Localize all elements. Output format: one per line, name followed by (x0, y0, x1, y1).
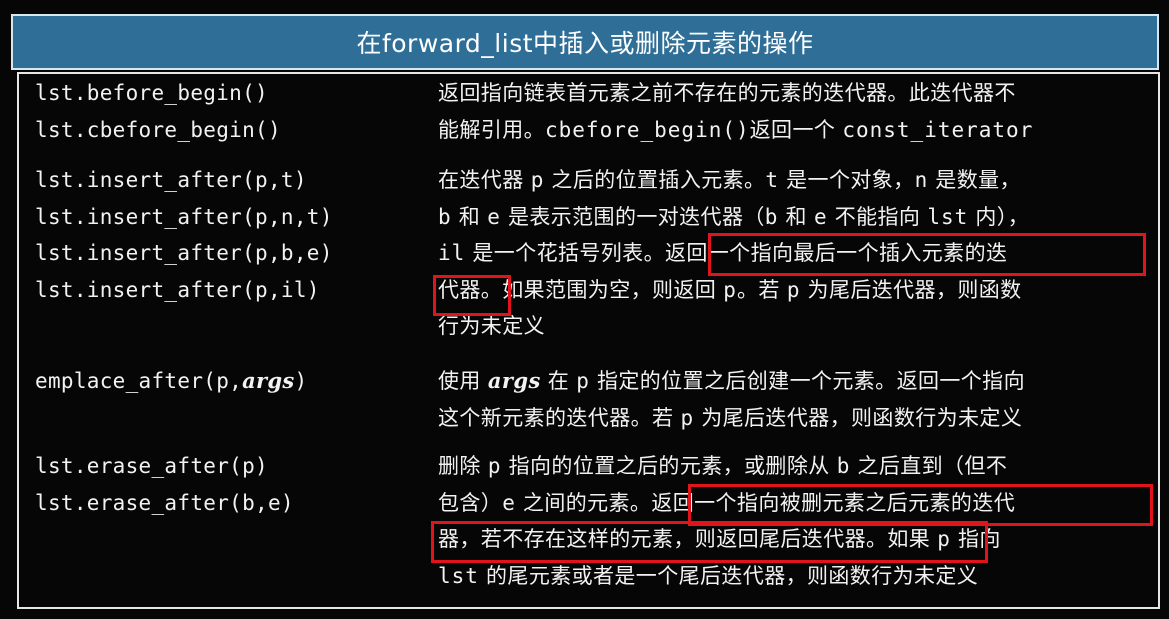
operations-table: lst.before_begin() lst.cbefore_begin() 返回指… (17, 72, 1160, 609)
operation-signature: lst.insert_after(p,b,e) (35, 241, 333, 265)
description-line: 行为未定义 (438, 308, 1029, 345)
text-segment: 之后直到（但不 (850, 454, 1008, 478)
text-segment: 为尾后迭代器，则函数行为未定义 (694, 405, 1023, 430)
operation-description-cell: 使用 args 在 p 指定的位置之后创建一个元素。返回一个指向 这个新元素的迭代… (438, 363, 1025, 436)
description-line: il 是一个花括号列表。返回一个指向最后一个插入元素的迭 (438, 235, 1029, 272)
operation-signature: lst.insert_after(p,il) (35, 277, 320, 302)
code-token: p (723, 277, 737, 302)
operation-signature-cell: lst.before_begin() lst.cbefore_begin() (35, 75, 281, 148)
operation-description-cell: 在迭代器 p 之后的位置插入元素。t 是一个对象，n 是数量， b 和 e 是表示… (438, 162, 1029, 345)
code-token: p (530, 168, 545, 192)
operation-signature: lst.erase_after(b,e) (35, 490, 294, 515)
text-segment: 返回一个 (749, 117, 843, 142)
code-token: p (680, 405, 695, 430)
text-segment: 指向 (950, 527, 1001, 551)
operation-description-cell: 返回指向链表首元素之前不存在的元素的迭代器。此迭代器不 能解引用。cbefore_… (438, 75, 1033, 148)
code-token: p (786, 277, 801, 302)
text-segment: 能解引用。 (438, 117, 545, 142)
code-token: lst (438, 563, 479, 588)
description-line: 代器。如果范围为空，则返回 p。若 p 为尾后迭代器，则函数 (438, 272, 1029, 309)
operation-signature: lst.insert_after(p,t) (35, 168, 307, 192)
code-token: const_iterator (842, 117, 1034, 142)
code-token: p (576, 369, 590, 393)
description-line: 使用 args 在 p 指定的位置之后创建一个元素。返回一个指向 (438, 363, 1025, 400)
text-segment: 不能指向 (827, 204, 928, 229)
description-line: 在迭代器 p 之后的位置插入元素。t 是一个对象，n 是数量， (438, 162, 1029, 199)
text-segment: 是一个对象， (779, 168, 915, 192)
operation-signature: emplace_after(p,args) (35, 363, 307, 400)
text-segment: 器，若不存在这样的元素，则返回尾后迭代器。如果 (438, 527, 938, 551)
text-segment: 在 (540, 369, 577, 393)
text-segment: 使用 (438, 369, 488, 393)
text-segment: 内）， (968, 204, 1030, 229)
text-segment: 指向的位置之后的元素，或删除从 (501, 454, 837, 478)
slide: 在forward_list中插入或删除元素的操作 lst.before_begi… (0, 0, 1169, 619)
description-line: 返回指向链表首元素之前不存在的元素的迭代器。此迭代器不 (438, 75, 1033, 112)
text-segment: 和 (451, 204, 488, 229)
italic-token: args (242, 368, 295, 393)
operation-signature-cell: lst.insert_after(p,t) lst.insert_after(p,… (35, 162, 333, 308)
text-segment: 是表示范围的一对迭代器（ (500, 204, 765, 229)
code-token: p (487, 454, 502, 478)
text-segment: 是一个花括号列表。返回一个指向最后一个插入元素的迭 (465, 241, 1008, 265)
text-segment: 这个新元素的迭代器。若 (438, 405, 681, 430)
text-segment: 行为未定义 (438, 314, 545, 338)
description-line: 能解引用。cbefore_begin()返回一个 const_iterator (438, 112, 1033, 149)
code-token: lst (927, 204, 969, 229)
text-segment: 为尾后迭代器，则函数 (800, 277, 1022, 302)
operation-signature-cell: lst.erase_after(p) lst.erase_after(b,e) (35, 448, 294, 521)
text-segment: emplace_after(p, (35, 369, 243, 393)
code-token: b (764, 204, 779, 229)
operation-signature: lst.insert_after(p,n,t) (35, 204, 333, 229)
description-line: 包含）e 之间的元素。返回一个指向被删元素之后元素的迭代 (438, 485, 1015, 522)
code-token: t (765, 168, 780, 192)
code-token: e (813, 204, 828, 229)
description-line: b 和 e 是表示范围的一对迭代器（b 和 e 不能指向 lst 内）， (438, 199, 1029, 236)
operation-signature: lst.before_begin() (35, 81, 268, 105)
text-segment: 是数量， (928, 168, 1021, 192)
text-segment: 返回指向链表首元素之前不存在的元素的迭代器。此迭代器不 (438, 81, 1016, 105)
code-token: cbefore_begin() (545, 117, 750, 142)
code-token: e (487, 204, 501, 229)
text-segment: 删除 (438, 454, 488, 478)
operation-description-cell: 删除 p 指向的位置之后的元素，或删除从 b 之后直到（但不 包含）e 之间的元素… (438, 448, 1015, 594)
text-segment: 代器。如果范围为空，则返回 (438, 277, 724, 302)
text-segment: ) (294, 369, 308, 393)
text-segment: 指定的位置之后创建一个元素。返回一个指向 (589, 369, 1025, 393)
description-line: lst 的尾元素或者是一个尾后迭代器，则函数行为未定义 (438, 558, 1015, 595)
description-line: 这个新元素的迭代器。若 p 为尾后迭代器，则函数行为未定义 (438, 400, 1025, 437)
code-token: e (502, 490, 516, 515)
text-segment: 包含） (438, 490, 503, 515)
operation-signature: lst.cbefore_begin() (35, 117, 281, 142)
code-token: b (438, 204, 452, 229)
code-token: n (914, 168, 929, 192)
code-token: b (836, 454, 851, 478)
text-segment: 的尾元素或者是一个尾后迭代器，则函数行为未定义 (478, 563, 979, 588)
text-segment: 。若 (736, 277, 787, 302)
operation-signature-cell: emplace_after(p,args) (35, 363, 307, 400)
italic-token: args (487, 368, 541, 393)
page-title: 在forward_list中插入或删除元素的操作 (356, 29, 814, 58)
description-line: 器，若不存在这样的元素，则返回尾后迭代器。如果 p 指向 (438, 521, 1015, 558)
title-bar: 在forward_list中插入或删除元素的操作 (11, 14, 1159, 70)
text-segment: 之间的元素。返回一个指向被删元素之后元素的迭代 (515, 490, 1016, 515)
code-token: il (438, 241, 466, 265)
code-token: p (937, 527, 951, 551)
description-line: 删除 p 指向的位置之后的元素，或删除从 b 之后直到（但不 (438, 448, 1015, 485)
text-segment: 和 (778, 204, 814, 229)
text-segment: 在迭代器 (438, 168, 531, 192)
operation-signature: lst.erase_after(p) (35, 454, 268, 478)
text-segment: 之后的位置插入元素。 (544, 168, 766, 192)
